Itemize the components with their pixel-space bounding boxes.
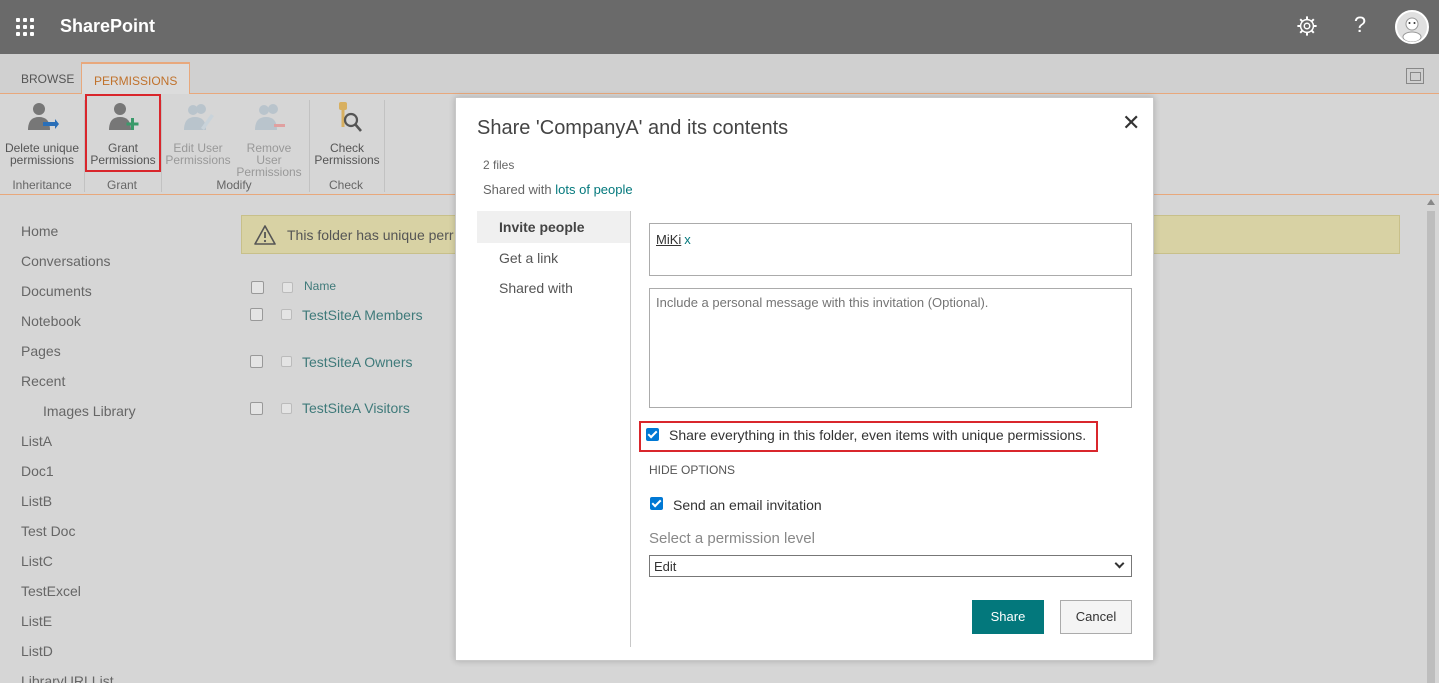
- remove-user-label-2: Permissions: [236, 165, 302, 179]
- row-item-checkbox[interactable]: [281, 356, 292, 367]
- scroll-thumb[interactable]: [1427, 211, 1435, 683]
- group-check: Check: [328, 178, 363, 192]
- personal-message-input[interactable]: [649, 288, 1132, 408]
- cancel-button[interactable]: Cancel: [1060, 600, 1132, 634]
- group-modify: Modify: [216, 178, 252, 192]
- send-email-label: Send an email invitation: [673, 497, 822, 513]
- hide-options-link[interactable]: HIDE OPTIONS: [649, 463, 735, 477]
- close-icon[interactable]: ✕: [1122, 110, 1140, 136]
- tab-shared-with[interactable]: Shared with: [477, 273, 630, 303]
- nav-item-test-doc[interactable]: Test Doc: [21, 523, 136, 553]
- tab-invite-people[interactable]: Invite people: [477, 211, 630, 243]
- scroll-up-icon[interactable]: [1427, 199, 1435, 205]
- help-icon[interactable]: ?: [1350, 12, 1370, 38]
- nav-item-listd[interactable]: ListD: [21, 643, 136, 673]
- nav-item-lista[interactable]: ListA: [21, 433, 136, 463]
- delete-permissions-icon: [28, 103, 59, 130]
- group-inheritance: Inheritance: [12, 178, 72, 192]
- group-grant: Grant: [106, 178, 137, 192]
- nav-item-doc1[interactable]: Doc1: [21, 463, 136, 493]
- app-launcher-icon[interactable]: [16, 18, 34, 36]
- ribbon-tabs: BROWSE PERMISSIONS: [0, 54, 1439, 95]
- left-navigation: Home Conversations Documents Notebook Pa…: [21, 223, 136, 683]
- edit-user-permissions-button[interactable]: Edit User Permissions: [164, 100, 232, 166]
- delete-unique-label-2: permissions: [9, 153, 75, 167]
- gear-icon[interactable]: [1296, 15, 1318, 37]
- app-title[interactable]: SharePoint: [60, 16, 155, 37]
- avatar[interactable]: [1395, 10, 1429, 44]
- share-button[interactable]: Share: [972, 600, 1044, 634]
- shared-with-link[interactable]: lots of people: [555, 182, 632, 197]
- tab-browse[interactable]: BROWSE: [9, 62, 86, 94]
- permission-level-label: Select a permission level: [649, 530, 815, 547]
- row-item-checkbox[interactable]: [281, 309, 292, 320]
- check-permissions-icon: [339, 102, 362, 132]
- nav-item-documents[interactable]: Documents: [21, 283, 136, 313]
- notice-text: This folder has unique perr: [287, 227, 454, 243]
- permission-level-value: Edit: [654, 559, 677, 574]
- table-row[interactable]: TestSiteA Members: [302, 307, 423, 323]
- nav-item-home[interactable]: Home: [21, 223, 136, 253]
- nav-item-listc[interactable]: ListC: [21, 553, 136, 583]
- share-dialog: Share 'CompanyA' and its contents ✕ 2 fi…: [455, 97, 1154, 661]
- remove-user-permissions-button[interactable]: Remove User Permissions: [233, 100, 305, 178]
- warning-icon: [254, 225, 276, 245]
- row-checkbox[interactable]: [250, 308, 263, 321]
- check-permissions-button[interactable]: Check Permissions: [313, 100, 381, 166]
- nav-item-libraryurllist[interactable]: LibraryURLList: [21, 673, 136, 683]
- send-email-checkbox[interactable]: [650, 497, 663, 510]
- check-label-2: Permissions: [314, 153, 380, 167]
- row-checkbox[interactable]: [250, 355, 263, 368]
- nav-item-conversations[interactable]: Conversations: [21, 253, 136, 283]
- people-picker-input[interactable]: MiKi x: [649, 223, 1132, 276]
- select-all-icon-checkbox[interactable]: [282, 282, 293, 293]
- delete-unique-permissions-button[interactable]: Delete unique permissions: [4, 100, 80, 166]
- permission-level-select[interactable]: Edit: [649, 555, 1132, 577]
- grant-highlight: [85, 94, 161, 172]
- dialog-divider: [630, 211, 631, 647]
- nav-item-testexcel[interactable]: TestExcel: [21, 583, 136, 613]
- dialog-navigation: Invite people Get a link Shared with: [477, 211, 630, 303]
- row-checkbox[interactable]: [250, 402, 263, 415]
- nav-item-pages[interactable]: Pages: [21, 343, 136, 373]
- chevron-down-icon: [1114, 558, 1125, 569]
- remove-person-icon[interactable]: x: [684, 232, 691, 247]
- nav-item-recent[interactable]: Recent: [21, 373, 136, 403]
- remove-permissions-icon: [255, 104, 285, 130]
- nav-item-notebook[interactable]: Notebook: [21, 313, 136, 343]
- person-name[interactable]: MiKi: [656, 232, 681, 247]
- edit-permissions-icon: [184, 104, 214, 130]
- focus-on-content-icon[interactable]: [1406, 68, 1424, 84]
- table-row[interactable]: TestSiteA Visitors: [302, 400, 410, 416]
- page-scrollbar[interactable]: [1423, 195, 1439, 683]
- person-chip: MiKi x: [656, 232, 691, 247]
- remove-user-label-1: Remove User: [246, 141, 292, 167]
- nav-item-liste[interactable]: ListE: [21, 613, 136, 643]
- edit-user-label-2: Permissions: [165, 153, 231, 167]
- row-item-checkbox[interactable]: [281, 403, 292, 414]
- files-count: 2 files: [483, 158, 515, 172]
- column-header-name[interactable]: Name: [304, 279, 336, 293]
- table-row[interactable]: TestSiteA Owners: [302, 354, 413, 370]
- nav-item-listb[interactable]: ListB: [21, 493, 136, 523]
- select-all-checkbox[interactable]: [251, 281, 264, 294]
- suite-bar: SharePoint ?: [0, 0, 1439, 54]
- tab-get-a-link[interactable]: Get a link: [477, 243, 630, 273]
- share-everything-highlight: [639, 421, 1098, 452]
- shared-with-prefix: Shared with: [483, 182, 552, 197]
- tab-permissions[interactable]: PERMISSIONS: [81, 62, 191, 95]
- nav-item-images-library[interactable]: Images Library: [21, 403, 136, 433]
- dialog-title: Share 'CompanyA' and its contents: [477, 117, 789, 139]
- shared-with-summary: Shared with lots of people: [483, 182, 633, 197]
